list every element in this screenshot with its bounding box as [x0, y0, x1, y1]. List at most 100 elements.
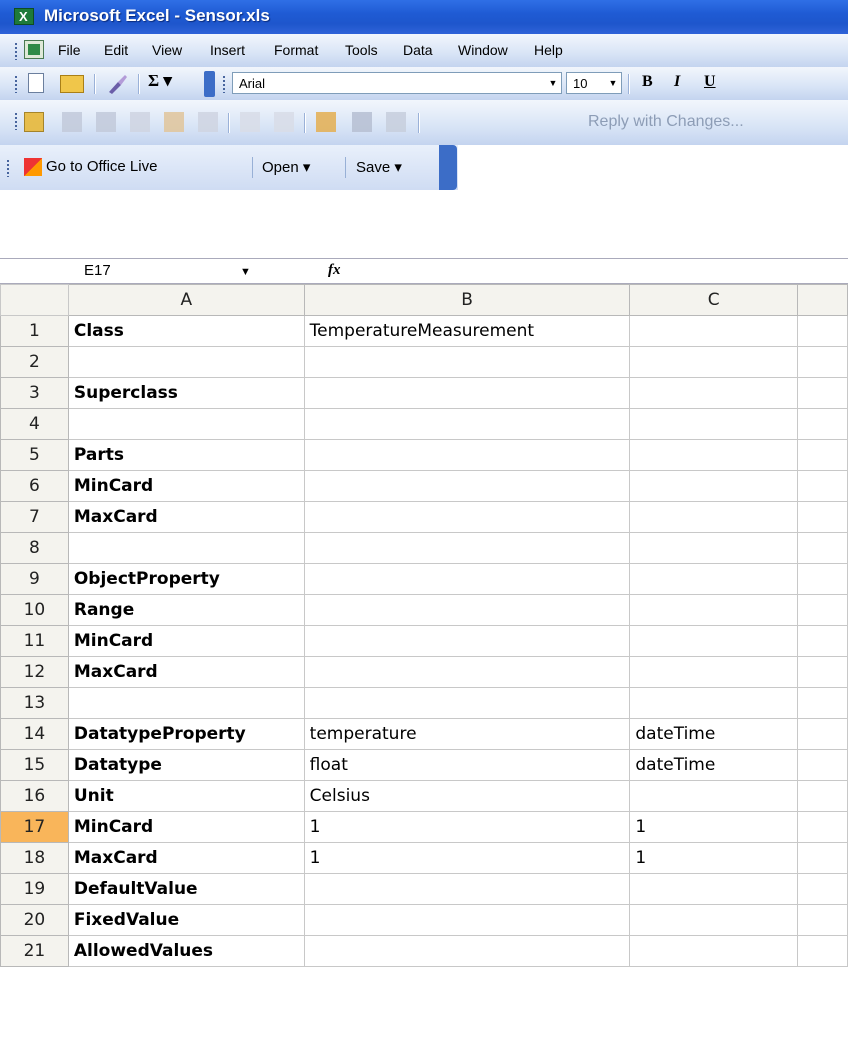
cell-a[interactable]: [67, 687, 305, 719]
row-header[interactable]: 11: [0, 625, 69, 657]
grip-icon[interactable]: [14, 42, 18, 60]
grip-icon[interactable]: [222, 75, 226, 93]
cell-b[interactable]: float: [303, 749, 631, 781]
cell-a[interactable]: MaxCard: [67, 501, 305, 533]
reviewing-pane-icon[interactable]: [386, 112, 406, 132]
menu-insert[interactable]: Insert: [210, 42, 245, 58]
cell-b[interactable]: [303, 377, 631, 409]
cell-b[interactable]: [303, 408, 631, 440]
toolbar-options-chevron[interactable]: [439, 145, 457, 190]
grip-icon[interactable]: [14, 75, 18, 93]
cell-d[interactable]: [797, 842, 848, 874]
cell-c[interactable]: 1: [629, 811, 799, 843]
cell-c[interactable]: 1: [629, 842, 799, 874]
cell-d[interactable]: [797, 563, 848, 595]
menu-file[interactable]: File: [58, 42, 81, 58]
cell-d[interactable]: [797, 625, 848, 657]
workbook-menu-icon[interactable]: [24, 40, 44, 59]
cell-d[interactable]: [797, 377, 848, 409]
row-header[interactable]: 15: [0, 749, 69, 781]
cell-c[interactable]: [629, 470, 799, 502]
cell-b[interactable]: [303, 594, 631, 626]
column-header-b[interactable]: B: [303, 284, 631, 316]
row-header[interactable]: 7: [0, 501, 69, 533]
excel-app-icon[interactable]: [14, 8, 34, 25]
column-header-c[interactable]: C: [629, 284, 799, 316]
cell-a[interactable]: MinCard: [67, 470, 305, 502]
select-all-corner[interactable]: [0, 284, 69, 316]
cell-d[interactable]: [797, 532, 848, 564]
cell-a[interactable]: AllowedValues: [67, 935, 305, 967]
cell-d[interactable]: [797, 687, 848, 719]
cell-b[interactable]: [303, 563, 631, 595]
cell-c[interactable]: [629, 501, 799, 533]
bold-button[interactable]: B: [642, 73, 653, 91]
autosum-icon[interactable]: Σ ▾: [148, 71, 188, 93]
column-header-d[interactable]: [797, 284, 848, 316]
cell-d[interactable]: [797, 501, 848, 533]
cell-a[interactable]: DatatypeProperty: [67, 718, 305, 750]
row-header[interactable]: 13: [0, 687, 69, 719]
font-size-dropdown[interactable]: 10 ▼: [566, 72, 622, 94]
cell-a[interactable]: MaxCard: [67, 842, 305, 874]
office-live-icon[interactable]: [24, 158, 42, 176]
menu-help[interactable]: Help: [534, 42, 563, 58]
row-header[interactable]: 2: [0, 346, 69, 378]
cell-c[interactable]: [629, 377, 799, 409]
menu-edit[interactable]: Edit: [104, 42, 128, 58]
cell-d[interactable]: [797, 656, 848, 688]
cell-c[interactable]: [629, 687, 799, 719]
cell-a[interactable]: Superclass: [67, 377, 305, 409]
row-header[interactable]: 18: [0, 842, 69, 874]
cell-b[interactable]: [303, 935, 631, 967]
cell-c[interactable]: [629, 904, 799, 936]
cell-b[interactable]: [303, 625, 631, 657]
cell-b[interactable]: [303, 656, 631, 688]
row-header[interactable]: 4: [0, 408, 69, 440]
cell-a[interactable]: ObjectProperty: [67, 563, 305, 595]
cell-a[interactable]: [67, 346, 305, 378]
cell-c[interactable]: [629, 625, 799, 657]
cell-d[interactable]: [797, 935, 848, 967]
toolbar-options-chevron[interactable]: [204, 71, 215, 97]
italic-button[interactable]: I: [674, 73, 680, 91]
cell-c[interactable]: [629, 346, 799, 378]
cell-c[interactable]: dateTime: [629, 718, 799, 750]
cell-a[interactable]: Datatype: [67, 749, 305, 781]
cell-c[interactable]: [629, 532, 799, 564]
cell-c[interactable]: [629, 563, 799, 595]
grip-icon[interactable]: [14, 112, 18, 130]
cell-b[interactable]: [303, 439, 631, 471]
new-comment-icon[interactable]: [24, 112, 44, 132]
underline-button[interactable]: U: [704, 73, 716, 91]
cell-d[interactable]: [797, 315, 848, 347]
cell-d[interactable]: [797, 873, 848, 905]
cell-b[interactable]: temperature: [303, 718, 631, 750]
menu-format[interactable]: Format: [274, 42, 318, 58]
cell-a[interactable]: DefaultValue: [67, 873, 305, 905]
save-button[interactable]: Save ▾: [356, 158, 402, 176]
cell-d[interactable]: [797, 811, 848, 843]
menu-view[interactable]: View: [152, 42, 182, 58]
chevron-down-icon[interactable]: ▼: [605, 73, 621, 93]
chevron-down-icon[interactable]: ▼: [240, 266, 251, 278]
name-box[interactable]: E17: [84, 262, 111, 279]
cell-d[interactable]: [797, 904, 848, 936]
row-header[interactable]: 14: [0, 718, 69, 750]
cell-d[interactable]: [797, 780, 848, 812]
cell-c[interactable]: dateTime: [629, 749, 799, 781]
protect-sharing-icon[interactable]: [352, 112, 372, 132]
cell-d[interactable]: [797, 594, 848, 626]
cell-a[interactable]: Range: [67, 594, 305, 626]
row-header[interactable]: 1: [0, 315, 69, 347]
cell-a[interactable]: MinCard: [67, 625, 305, 657]
cell-a[interactable]: Parts: [67, 439, 305, 471]
cell-a[interactable]: Class: [67, 315, 305, 347]
row-header[interactable]: 8: [0, 532, 69, 564]
cell-d[interactable]: [797, 749, 848, 781]
row-header[interactable]: 20: [0, 904, 69, 936]
column-header-a[interactable]: A: [67, 284, 305, 316]
cell-a[interactable]: MaxCard: [67, 656, 305, 688]
cell-b[interactable]: [303, 470, 631, 502]
cell-b[interactable]: [303, 687, 631, 719]
